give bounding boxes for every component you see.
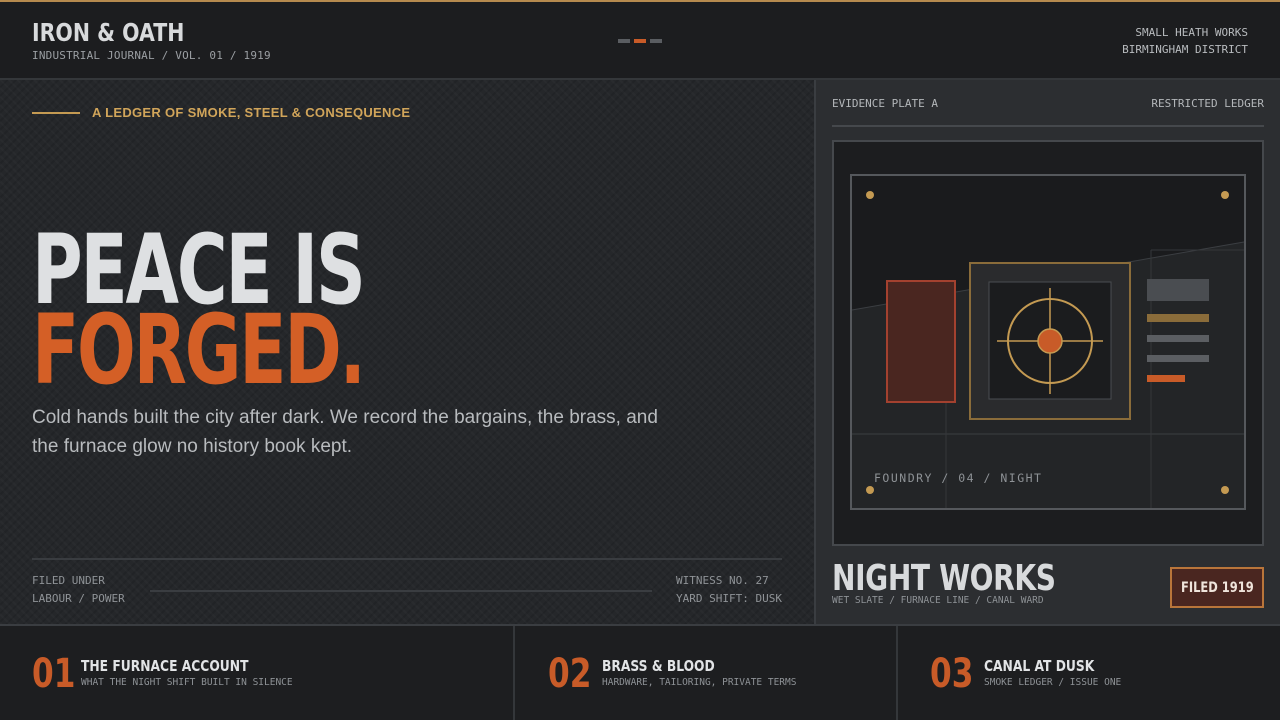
rivet <box>1221 191 1229 199</box>
lede: Cold hands built the city after dark. We… <box>32 407 658 457</box>
foundry-illustration: FOUNDRY / 04 / NIGHT <box>850 174 1246 510</box>
hero-section: A LEDGER OF SMOKE, STEEL & CONSEQUENCE P… <box>0 80 814 624</box>
panel-bar <box>1147 335 1209 342</box>
location-line-1: SMALL HEATH WORKS <box>1135 26 1248 39</box>
rivet <box>866 191 874 199</box>
panel-block <box>1147 279 1209 301</box>
feature-number: 01 <box>32 651 76 697</box>
panel-bar-orange <box>1147 375 1185 382</box>
yard-shift: YARD SHIFT: DUSK <box>676 592 782 605</box>
top-bar: IRON & OATH INDUSTRIAL JOURNAL / VOL. 01… <box>0 0 1280 80</box>
feature-number: 03 <box>930 651 974 697</box>
headline: PEACE IS FORGED. <box>32 222 493 406</box>
footer-rule <box>150 590 652 592</box>
feature-subtitle: WHAT THE NIGHT SHIFT BUILT IN SILENCE <box>81 677 293 688</box>
feature-card[interactable]: 02 BRASS & BLOOD HARDWARE, TAILORING, PR… <box>516 626 898 720</box>
brand[interactable]: IRON & OATH INDUSTRIAL JOURNAL / VOL. 01… <box>32 18 271 62</box>
headline-line-2: FORGED. <box>32 294 366 406</box>
rivet <box>1221 486 1229 494</box>
furnace-door <box>886 280 956 403</box>
feature-subtitle: SMOKE LEDGER / ISSUE ONE <box>984 677 1122 688</box>
ledger-label: RESTRICTED LEDGER <box>1151 97 1264 110</box>
brand-subtitle: INDUSTRIAL JOURNAL / VOL. 01 / 1919 <box>32 49 271 62</box>
witness-number: WITNESS NO. 27 <box>676 574 769 587</box>
feature-card[interactable]: 01 THE FURNACE ACCOUNT WHAT THE NIGHT SH… <box>0 626 515 720</box>
pager-dot-active[interactable] <box>634 39 646 43</box>
feature-card[interactable]: 03 CANAL AT DUSK SMOKE LEDGER / ISSUE ON… <box>898 626 1280 720</box>
filed-under-value: LABOUR / POWER <box>32 592 125 605</box>
filed-under-label: FILED UNDER <box>32 574 105 587</box>
evidence-panel: EVIDENCE PLATE A RESTRICTED LEDGER FOUND… <box>816 80 1280 624</box>
evidence-subtitle: WET SLATE / FURNACE LINE / CANAL WARD <box>832 595 1044 606</box>
location-line-2: BIRMINGHAM DISTRICT <box>1122 43 1248 56</box>
plate-caption: FOUNDRY / 04 / NIGHT <box>874 471 1042 485</box>
plate-label: EVIDENCE PLATE A <box>832 97 938 110</box>
pager-dot[interactable] <box>618 39 630 43</box>
evidence-plate[interactable]: FOUNDRY / 04 / NIGHT <box>832 140 1264 546</box>
panel-bar <box>1147 355 1209 362</box>
location-block: SMALL HEATH WORKS BIRMINGHAM DISTRICT <box>1122 24 1248 58</box>
rivet <box>866 486 874 494</box>
witness-block: WITNESS NO. 27 YARD SHIFT: DUSK <box>676 572 782 608</box>
filed-badge-label: FILED 1919 <box>1180 579 1254 596</box>
gauge-core <box>1037 328 1063 354</box>
eyebrow: A LEDGER OF SMOKE, STEEL & CONSEQUENCE <box>32 105 410 120</box>
feature-subtitle: HARDWARE, TAILORING, PRIVATE TERMS <box>602 677 797 688</box>
hero-footer: FILED UNDER LABOUR / POWER WITNESS NO. 2… <box>32 558 782 608</box>
feature-title[interactable]: BRASS & BLOOD <box>602 657 715 675</box>
brand-title[interactable]: IRON & OATH <box>32 18 228 48</box>
feature-strip: 01 THE FURNACE ACCOUNT WHAT THE NIGHT SH… <box>0 624 1280 720</box>
filed-under: FILED UNDER LABOUR / POWER <box>32 572 125 608</box>
eyebrow-rule <box>32 111 80 114</box>
feature-number: 02 <box>548 651 592 697</box>
evidence-title: NIGHT WORKS <box>832 558 1056 599</box>
evidence-header: EVIDENCE PLATE A RESTRICTED LEDGER <box>832 95 1264 127</box>
filed-badge[interactable]: FILED 1919 <box>1170 567 1264 608</box>
feature-title[interactable]: THE FURNACE ACCOUNT <box>81 657 248 675</box>
pager-dot[interactable] <box>650 39 662 43</box>
panel-bar-gold <box>1147 314 1209 322</box>
feature-title[interactable]: CANAL AT DUSK <box>984 657 1094 675</box>
pager-dots <box>618 39 662 43</box>
eyebrow-text: A LEDGER OF SMOKE, STEEL & CONSEQUENCE <box>92 105 411 120</box>
